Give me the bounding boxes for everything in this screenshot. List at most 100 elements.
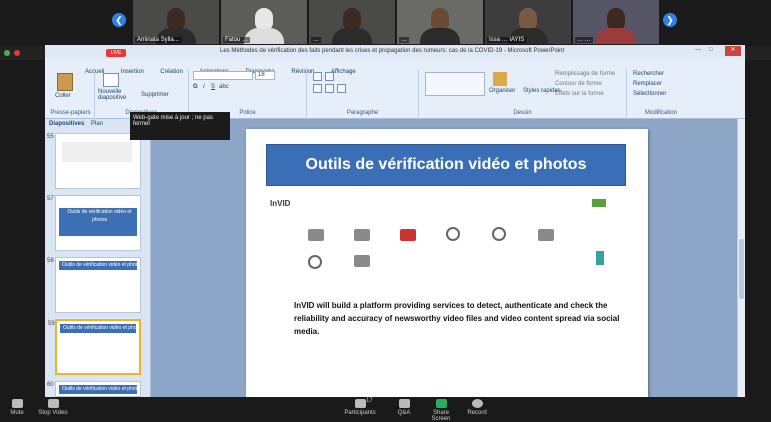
participant-gallery: ❮ Aminata Sylla… Fatou … … … Issa … IAYI… <box>0 0 771 46</box>
tab-slides[interactable]: Diapositives <box>49 121 84 127</box>
close-icon[interactable]: ✕ <box>725 46 741 56</box>
current-slide[interactable]: Outils de vérification vidéo et photos I… <box>246 129 648 397</box>
avatar <box>607 8 625 30</box>
magnifier-icon <box>492 227 506 241</box>
slide-thumbnail[interactable]: 57 Outils de vérification vidéo et photo… <box>47 195 141 251</box>
participant-name: Aminata Sylla… <box>135 37 182 43</box>
participant-name: … … <box>575 37 593 43</box>
powerpoint-window: LIVE Les Méthodes de vérification des fa… <box>45 45 745 397</box>
avatar <box>167 8 185 30</box>
window-title: Les Méthodes de vérification des faits p… <box>220 48 565 54</box>
record-button[interactable]: Record <box>466 399 488 416</box>
shapes-gallery[interactable] <box>425 72 485 96</box>
film-icon <box>354 229 370 241</box>
slide-title: Outils de vérification vidéo et photos <box>266 144 626 186</box>
group-slides: Nouvelle diapositive Supprimer Diapositi… <box>95 69 189 117</box>
bold-button[interactable]: G <box>193 84 198 90</box>
participant-name: Fatou … <box>223 37 251 43</box>
avatar <box>519 8 537 30</box>
participant-tile[interactable]: Fatou … <box>221 0 307 44</box>
group-label: Paragraphe <box>346 110 379 116</box>
shape-outline-button[interactable]: Contour de forme <box>555 81 602 87</box>
font-size-select[interactable]: 18 <box>255 71 275 80</box>
italic-button[interactable]: I <box>203 84 205 90</box>
stop-video-button[interactable]: Stop Video <box>38 399 68 416</box>
record-icon <box>471 399 483 408</box>
underline-button[interactable]: S <box>211 84 215 90</box>
participant-tile[interactable]: … … <box>573 0 659 44</box>
find-button[interactable]: Rechercher <box>633 71 664 77</box>
group-label: Dessin <box>513 110 532 116</box>
gallery-next-button[interactable]: ❯ <box>663 13 677 27</box>
share-screen-icon <box>435 399 447 408</box>
side-tab <box>596 251 604 265</box>
align-right-icon[interactable] <box>337 84 346 93</box>
group-label: Modification <box>644 110 677 116</box>
slide-canvas: Outils de vérification vidéo et photos I… <box>151 119 737 397</box>
participant-tile[interactable]: … <box>397 0 483 44</box>
avatar <box>431 8 449 30</box>
security-icon[interactable] <box>4 50 10 56</box>
share-screen-button[interactable]: Share Screen <box>424 399 458 422</box>
slide-thumbnail[interactable]: 55 <box>47 133 141 189</box>
slide-thumbnail[interactable]: 58 Outils de vérification vidéo et photo… <box>47 257 141 313</box>
align-left-icon[interactable] <box>313 84 322 93</box>
participant-tile[interactable]: Issa … IAYIS <box>485 0 571 44</box>
gallery-prev-button[interactable]: ❮ <box>112 13 126 27</box>
qa-icon <box>398 399 410 408</box>
partner-logo <box>592 199 606 207</box>
copyright-icon <box>308 255 322 269</box>
shape-fill-button[interactable]: Remplissage de forme <box>555 71 615 77</box>
microphone-icon <box>11 399 23 408</box>
ribbon: Accueil Insertion Création Animations Di… <box>45 59 745 119</box>
strike-button[interactable]: abc <box>219 84 229 90</box>
slides-pane: Diapositives Plan 55 57 Outils de vérifi… <box>45 119 151 397</box>
scroll-thumb[interactable] <box>739 239 744 299</box>
avatar <box>255 8 273 30</box>
participant-name: … <box>399 37 409 43</box>
delete-button[interactable]: Supprimer <box>141 92 169 98</box>
paste-icon[interactable] <box>57 73 73 91</box>
replace-button[interactable]: Remplacer <box>633 81 662 87</box>
participants-count: 17 <box>366 398 373 404</box>
numbering-icon[interactable] <box>325 72 334 81</box>
shape-effects-button[interactable]: Effets sur la forme <box>555 91 604 97</box>
image-icon <box>354 255 370 267</box>
arrange-icon[interactable] <box>493 72 507 86</box>
participant-tile[interactable]: … <box>309 0 395 44</box>
vertical-scrollbar[interactable] <box>737 119 745 397</box>
arrange-button[interactable]: Organiser <box>489 88 515 94</box>
group-paragraph: Paragraphe <box>307 69 419 117</box>
align-center-icon[interactable] <box>325 84 334 93</box>
slide-thumbnail[interactable]: 60 Outils de vérification vidéo et photo… <box>47 381 141 397</box>
participant-tile[interactable]: Aminata Sylla… <box>133 0 219 44</box>
paste-button[interactable]: Coller <box>55 93 71 99</box>
people-icon <box>354 399 366 408</box>
bullets-icon[interactable] <box>313 72 322 81</box>
video-icon <box>308 229 324 241</box>
group-drawing: Organiser Styles rapides Remplissage de … <box>419 69 627 117</box>
tooltip: Web-gate mise à jour ; ne pas fermer <box>130 112 230 140</box>
camera-icon <box>47 399 59 408</box>
new-slide-icon[interactable] <box>103 73 119 87</box>
tab-outline[interactable]: Plan <box>91 121 103 127</box>
participant-name: Issa … IAYIS <box>487 37 527 43</box>
qa-button[interactable]: Q&A <box>394 399 414 416</box>
avatar <box>343 8 361 30</box>
group-label: Presse-papiers <box>50 110 91 116</box>
font-name-select[interactable] <box>193 71 253 80</box>
new-slide-button[interactable]: Nouvelle diapositive <box>98 89 138 101</box>
mute-button[interactable]: Mute <box>4 399 30 416</box>
youtube-icon <box>400 229 416 241</box>
record-icon <box>14 50 20 56</box>
twitter-icon <box>446 227 460 241</box>
maximize-icon[interactable]: □ <box>709 47 713 53</box>
slide-body: InVID will build a platform providing se… <box>294 301 620 336</box>
minimize-icon[interactable]: — <box>695 47 701 53</box>
group-font: 18 G I S abc Police <box>189 69 307 117</box>
group-editing: Rechercher Remplacer Sélectionner Modifi… <box>627 69 695 117</box>
slide-thumbnail[interactable]: 59 Outils de vérification vidéo et photo… <box>48 319 141 375</box>
document-icon <box>538 229 554 241</box>
select-button[interactable]: Sélectionner <box>633 91 666 97</box>
invid-logo: InVID <box>270 199 291 208</box>
